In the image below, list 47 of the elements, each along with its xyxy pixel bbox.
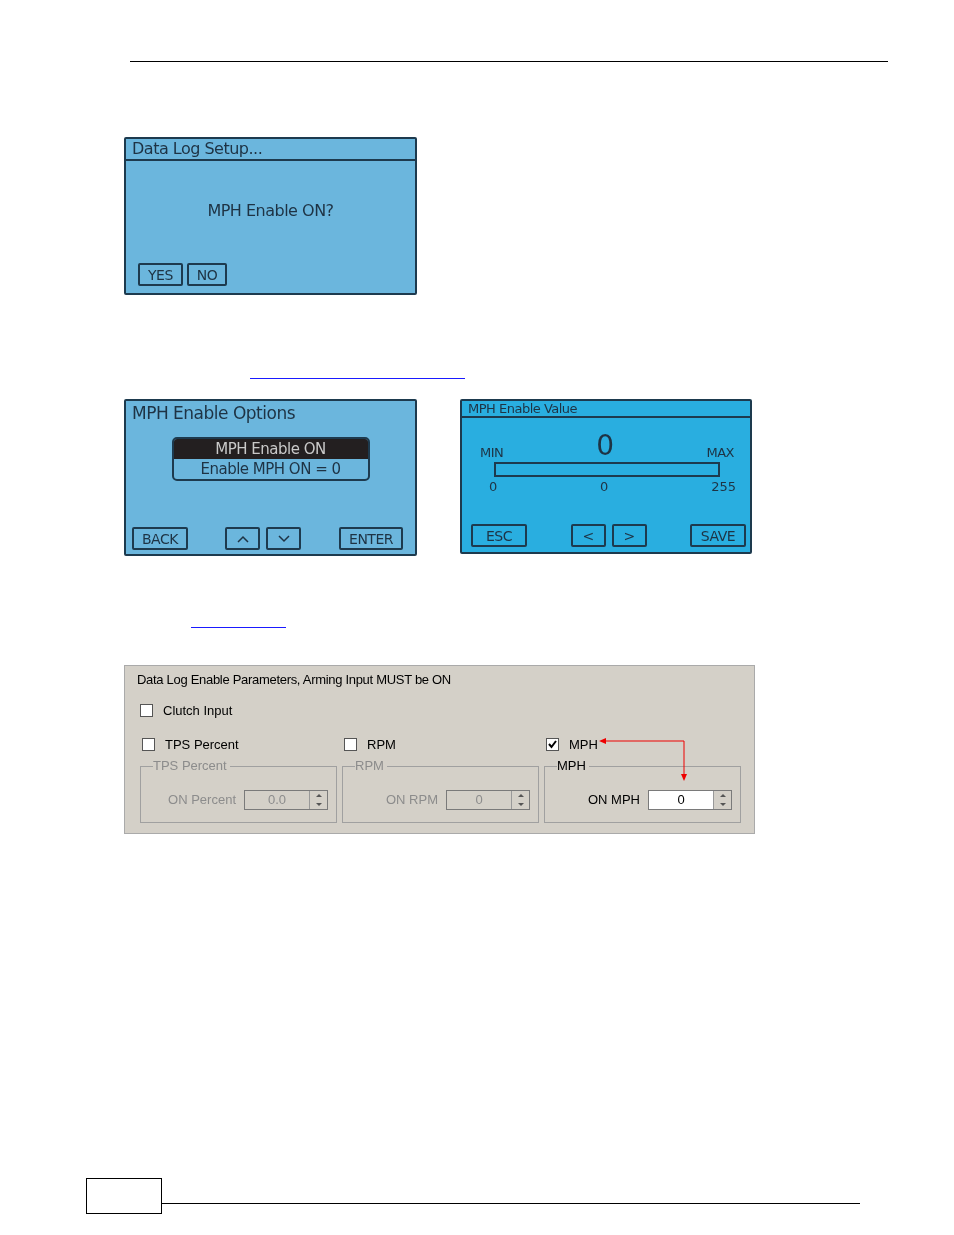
screen-button[interactable]: SAVE (690, 524, 746, 547)
chevron-down-icon (277, 534, 290, 543)
checkbox-label: RPM (367, 737, 396, 752)
scale-label: 255 (711, 479, 736, 494)
screen-title: MPH Enable Value (462, 401, 750, 418)
screen-title: Data Log Setup... (126, 139, 415, 161)
checkbox-label: MPH (569, 737, 598, 752)
spin-up-icon[interactable] (315, 793, 322, 797)
group-title: TPS Percent (153, 758, 230, 773)
scale-label: 0 (600, 479, 609, 494)
screen-title: MPH Enable Options (131, 402, 296, 425)
checkbox-label: Clutch Input (163, 703, 233, 718)
spin-down-icon[interactable] (517, 802, 524, 806)
max-label: MAX (706, 445, 734, 460)
up-button[interactable] (225, 527, 261, 550)
checkbox[interactable] (140, 704, 153, 717)
chevron-up-icon (236, 534, 249, 543)
group-title: MPH (557, 758, 589, 773)
screen-button[interactable]: YES (138, 263, 183, 286)
scale-label: 0 (489, 479, 498, 494)
field-label: ON RPM (386, 792, 438, 807)
screen-button[interactable]: ENTER (339, 527, 403, 550)
spin-up-icon[interactable] (719, 793, 726, 797)
screen-button[interactable]: BACK (132, 527, 188, 550)
value-readout: 0 (596, 432, 614, 460)
panel-title: Data Log Enable Parameters, Arming Input MUST be ON (137, 672, 452, 687)
spin-field[interactable]: 0 (648, 789, 732, 810)
spin-up-icon[interactable] (517, 793, 524, 797)
checkbox[interactable] (142, 738, 155, 751)
screen-button[interactable]: > (611, 524, 647, 547)
min-label: MIN (480, 445, 504, 460)
menu-item[interactable]: Enable MPH ON = 0 (173, 459, 368, 479)
menu-item[interactable]: MPH Enable ON (173, 439, 368, 459)
checkbox[interactable] (546, 738, 559, 751)
screen-button[interactable]: NO (186, 263, 228, 286)
checkbox-label: TPS Percent (165, 737, 239, 752)
prompt-text: MPH Enable ON? (206, 201, 335, 220)
group-title: RPM (355, 758, 387, 773)
field-label: ON Percent (168, 792, 236, 807)
screen-button[interactable]: < (570, 524, 606, 547)
field-label: ON MPH (588, 792, 640, 807)
screen-button[interactable]: ESC (471, 524, 527, 547)
checkbox[interactable] (344, 738, 357, 751)
down-button[interactable] (266, 527, 302, 550)
spin-down-icon[interactable] (315, 802, 322, 806)
check-icon (548, 740, 557, 749)
spin-down-icon[interactable] (719, 802, 726, 806)
